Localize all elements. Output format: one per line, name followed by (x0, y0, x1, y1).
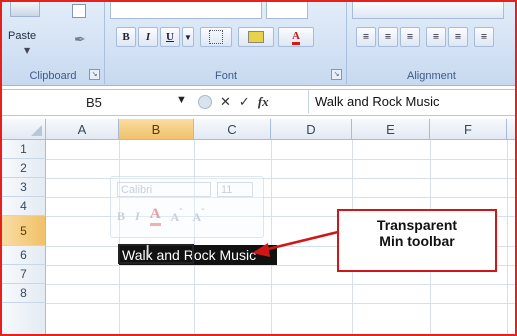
align-center-icon: ≡ (384, 31, 392, 43)
formula-buttons: ✕ ✓ fx (198, 92, 304, 112)
row-header-3[interactable]: 3 (2, 178, 46, 197)
borders-button[interactable] (200, 27, 232, 47)
callout-line-1: Transparent (376, 217, 458, 233)
mini-font-name[interactable]: Calibri (117, 182, 211, 197)
clipboard-launcher-icon[interactable]: ↘ (89, 69, 100, 80)
font-size-box[interactable] (266, 2, 308, 19)
callout-line-2: Min toolbar (379, 233, 455, 249)
align-top-box[interactable] (352, 2, 504, 19)
row-header-5[interactable]: 5 (2, 216, 46, 246)
gridline (507, 140, 508, 334)
mini-toolbar-icons: B I A Aˆ Aˇ (117, 206, 257, 226)
formula-bar: B5 ▼ ✕ ✓ fx Walk and Rock Music (2, 89, 515, 116)
increase-indent-icon: ≡ (454, 31, 462, 43)
cancel-icon[interactable]: ✕ (220, 95, 231, 110)
mini-font-size[interactable]: 11 (217, 182, 253, 197)
fill-color-icon (248, 31, 264, 43)
column-header-b[interactable]: B (119, 119, 194, 140)
column-header-d[interactable]: D (271, 119, 352, 140)
gridline (46, 303, 515, 304)
clipboard-group: ✒ Paste ▼ Clipboard ↘ (2, 2, 105, 84)
insert-function-icon[interactable]: fx (258, 94, 269, 110)
align-left-icon: ≡ (362, 31, 370, 43)
font-launcher-icon[interactable]: ↘ (331, 69, 342, 80)
column-header-a[interactable]: A (46, 119, 119, 140)
mini-italic-button[interactable]: I (135, 209, 140, 224)
borders-icon (209, 30, 223, 44)
name-box[interactable]: B5 ▼ (6, 93, 187, 112)
font-group: B I U ▼ A Font ↘ (106, 2, 347, 84)
decrease-indent-icon: ≡ (432, 31, 440, 43)
name-box-value: B5 (86, 95, 102, 110)
column-header-e[interactable]: E (352, 119, 430, 140)
column-header-c[interactable]: C (194, 119, 271, 140)
font-color-icon: A (292, 30, 300, 45)
paste-button-label[interactable]: Paste (8, 30, 36, 42)
row-header-8[interactable]: 8 (2, 284, 46, 303)
merge-icon: ≡ (480, 31, 488, 43)
row-header-4[interactable]: 4 (2, 197, 46, 216)
gridline (46, 159, 515, 160)
screenshot-frame: ✒ Paste ▼ Clipboard ↘ B I U ▼ A Font ↘ ≡… (0, 0, 517, 336)
mini-grow-font-button[interactable]: Aˆ (171, 208, 183, 225)
increase-indent-button[interactable]: ≡ (448, 27, 468, 47)
gridline (194, 140, 195, 334)
font-name-box[interactable] (110, 2, 262, 19)
copy-icon[interactable] (72, 4, 86, 18)
row-header-2[interactable]: 2 (2, 159, 46, 178)
alignment-group-label: Alignment (407, 70, 456, 82)
align-right-icon: ≡ (406, 31, 414, 43)
paste-dropdown-icon[interactable]: ▼ (24, 46, 30, 55)
active-cell-border (118, 244, 194, 264)
alignment-group: ≡ ≡ ≡ ≡ ≡ ≡ Alignment (348, 2, 515, 84)
format-painter-icon[interactable]: ✒ (74, 32, 88, 48)
name-box-dropdown-icon[interactable]: ▼ (176, 94, 187, 106)
row-header-1[interactable]: 1 (2, 140, 46, 159)
ribbon: ✒ Paste ▼ Clipboard ↘ B I U ▼ A Font ↘ ≡… (2, 2, 515, 86)
merge-button[interactable]: ≡ (474, 27, 494, 47)
align-right-button[interactable]: ≡ (400, 27, 420, 47)
column-header-g[interactable] (507, 119, 515, 140)
text-cursor-icon: I (145, 242, 151, 263)
row-header-6[interactable]: 6 (2, 246, 46, 265)
decrease-indent-button[interactable]: ≡ (426, 27, 446, 47)
bold-button[interactable]: B (116, 27, 136, 47)
mini-font-color-button[interactable]: A (149, 206, 161, 226)
fill-color-button[interactable] (238, 27, 274, 47)
gridline (46, 284, 515, 285)
enter-icon[interactable]: ✓ (239, 95, 250, 110)
align-center-button[interactable]: ≡ (378, 27, 398, 47)
align-left-button[interactable]: ≡ (356, 27, 376, 47)
underline-button[interactable]: U (160, 27, 180, 47)
mini-toolbar[interactable]: Calibri 11 B I A Aˆ Aˇ (110, 176, 264, 238)
mini-bold-button[interactable]: B (117, 209, 125, 224)
gridline (119, 140, 120, 334)
annotation-callout: Transparent Min toolbar (337, 209, 497, 272)
expand-icon (198, 95, 212, 109)
font-color-button[interactable]: A (278, 27, 314, 47)
font-group-label: Font (214, 70, 237, 82)
select-all-button[interactable] (2, 119, 46, 140)
italic-button[interactable]: I (138, 27, 158, 47)
column-header-f[interactable]: F (430, 119, 507, 140)
gridline (271, 140, 272, 334)
paste-icon[interactable] (10, 2, 40, 17)
row-header-7[interactable]: 7 (2, 265, 46, 284)
mini-shrink-font-button[interactable]: Aˇ (193, 208, 205, 225)
underline-dropdown-icon[interactable]: ▼ (182, 27, 194, 47)
formula-input[interactable]: Walk and Rock Music (308, 90, 515, 113)
row-header-9[interactable] (2, 303, 46, 334)
